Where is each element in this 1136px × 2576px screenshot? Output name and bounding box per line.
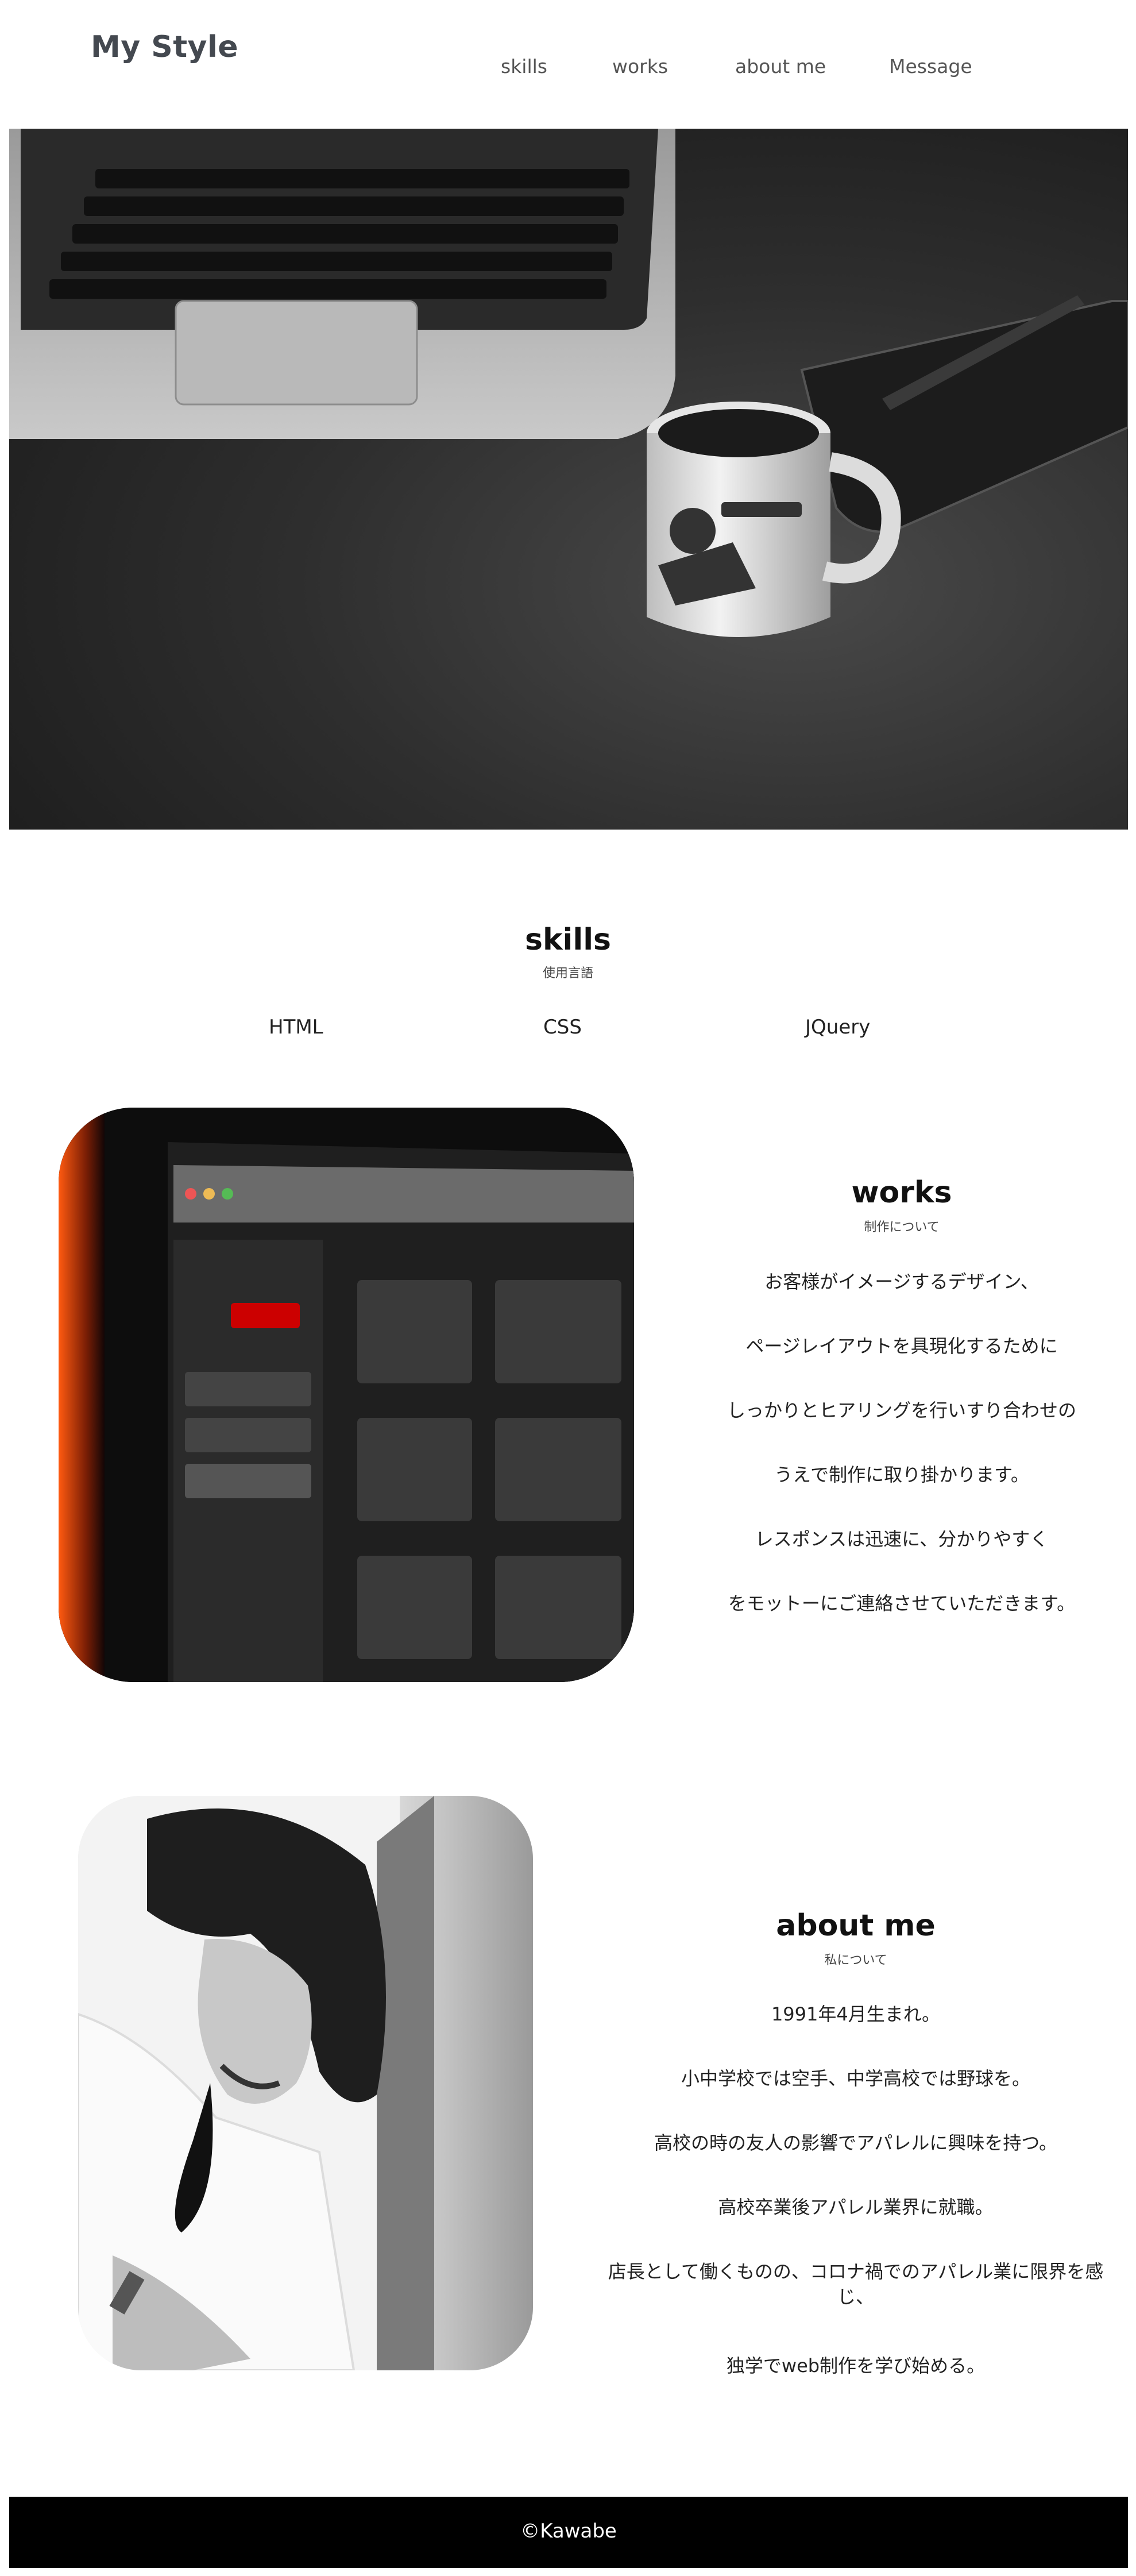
about-text-line: 小中学校では空手、中学高校では野球を。 [681, 2068, 1030, 2089]
about-text-line: 独学でweb制作を学び始める。 [726, 2355, 986, 2377]
skill-item-css: CSS [543, 1016, 582, 1039]
footer: ©Kawabe [9, 2497, 1128, 2568]
works-text-line: をモットーにご連絡させていただきます。 [728, 1592, 1076, 1614]
about-text-line: 店長として働くものの、コロナ禍でのアパレル業に限界を感じ、 [608, 2261, 1104, 2308]
works-subtitle: 制作について [864, 1220, 940, 1235]
works-text-line: しっかりとヒアリングを行いすり合わせの [727, 1399, 1076, 1421]
works-image [59, 1108, 634, 1682]
nav-link-about-me[interactable]: about me [735, 55, 826, 78]
skill-item-jquery: JQuery [805, 1016, 871, 1039]
about-text-line: 高校卒業後アパレル業界に就職。 [718, 2196, 994, 2218]
works-text-line: レスポンスは迅速に、分かりやすく [755, 1528, 1049, 1550]
hero-image [9, 129, 1128, 830]
skills-subtitle: 使用言語 [542, 966, 593, 981]
about-subtitle: 私について [824, 1953, 887, 1968]
nav-link-works[interactable]: works [612, 55, 668, 78]
skill-item-html: HTML [269, 1016, 323, 1039]
about-text-line: 高校の時の友人の影響でアパレルに興味を持つ。 [654, 2132, 1058, 2154]
about-title: about me [776, 1908, 936, 1943]
footer-copyright: ©Kawabe [520, 2520, 617, 2543]
about-portrait-image [78, 1796, 533, 2370]
skills-title: skills [525, 923, 611, 957]
works-text-line: ページレイアウトを具現化するために [745, 1335, 1058, 1357]
works-text-line: うえで制作に取り掛かります。 [774, 1464, 1029, 1486]
about-text-line: 1991年4月生まれ。 [771, 2003, 941, 2025]
nav-link-skills[interactable]: skills [501, 55, 547, 78]
nav-link-message[interactable]: Message [889, 55, 972, 78]
works-text-line: お客様がイメージするデザイン、 [764, 1271, 1039, 1293]
site-title[interactable]: My Style [91, 30, 238, 64]
works-title: works [851, 1175, 952, 1210]
